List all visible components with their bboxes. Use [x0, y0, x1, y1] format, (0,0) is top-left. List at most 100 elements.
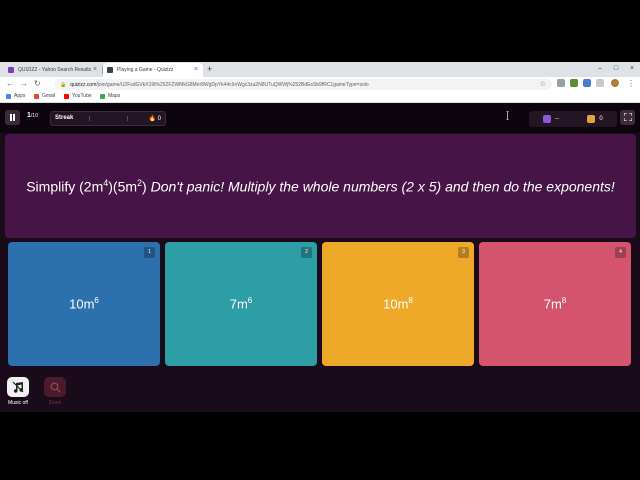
fullscreen-button[interactable] [620, 110, 635, 125]
minimize-icon[interactable]: – [592, 62, 608, 76]
pause-button[interactable] [5, 110, 20, 125]
streak-label: Streak [55, 115, 74, 121]
option-text: 7m8 [544, 296, 567, 311]
streak-tick [89, 116, 90, 121]
text-cursor-icon [506, 111, 509, 120]
option-base: 7m [229, 296, 248, 312]
option-base: 7m [543, 296, 562, 312]
bookmark-gmail[interactable]: Gmail [34, 93, 55, 99]
bookmark-youtube[interactable]: YouTube [64, 93, 92, 99]
option-exponent: 8 [408, 296, 413, 306]
answer-option-3[interactable]: 3 10m8 [322, 242, 474, 366]
apps-grid-icon [6, 93, 11, 99]
answer-option-2[interactable]: 2 7m6 [165, 242, 317, 366]
pause-icon [10, 114, 15, 121]
music-label: Music off [8, 400, 28, 406]
plus-icon[interactable]: + [207, 64, 212, 74]
option-exponent: 8 [561, 296, 567, 306]
browser-toolbar: ← → ↻ 🔒 quizizz.com /join/game/U2FsdGVkX… [0, 77, 640, 91]
option-text: 7m6 [230, 296, 253, 311]
bookmark-label: YouTube [72, 93, 92, 99]
tab-title: Playing a Game - Quizizz [117, 67, 174, 73]
close-icon[interactable]: × [194, 66, 198, 74]
streak-tick [127, 116, 128, 121]
question-text: Simplify (2m4)(5m2) Don't panic! Multipl… [26, 178, 615, 195]
q-part: )(5m [108, 178, 138, 195]
bookmark-maps[interactable]: Maps [100, 93, 120, 99]
tab-title: QUIZIZZ - Yahoo Search Results [18, 67, 92, 73]
quiz-game: 1/10 Streak 🔥 0 -- 0 Simplify (2m4)(5m2)… [0, 103, 640, 412]
zoom-button[interactable] [44, 377, 66, 397]
address-bar[interactable]: 🔒 quizizz.com /join/game/U2FsdGVkX19t%25… [55, 79, 552, 90]
browser-tabstrip: QUIZIZZ - Yahoo Search Results × Playing… [0, 62, 640, 77]
answer-option-1[interactable]: 1 10m6 [8, 242, 160, 366]
option-number: 2 [301, 247, 312, 258]
back-arrow-icon[interactable]: ← [6, 78, 14, 90]
streak-value: 🔥 0 [148, 116, 161, 122]
question-hint: Don't panic! Multiply the whole numbers … [150, 178, 615, 195]
close-window-icon[interactable]: × [624, 62, 640, 76]
lock-icon: 🔒 [60, 81, 67, 88]
address-host: quizizz.com [70, 81, 97, 88]
magnifier-icon [50, 382, 60, 392]
option-number: 3 [458, 247, 469, 258]
letterbox-bottom [0, 412, 640, 480]
bookmark-label: Gmail [42, 93, 56, 99]
option-exponent: 6 [247, 296, 253, 306]
quizizz-favicon-icon [107, 67, 113, 73]
q-part: Simplify (2m [26, 178, 104, 195]
letterbox-top [0, 0, 640, 62]
option-number: 1 [144, 247, 155, 258]
bookmark-label: Maps [108, 93, 121, 99]
powerup-value: -- [555, 116, 559, 122]
window-controls: – □ × [592, 62, 640, 76]
powerups-panel: -- 0 [529, 111, 617, 127]
fullscreen-icon [623, 112, 632, 122]
bookmark-label: Apps [14, 93, 26, 99]
option-text: 10m8 [383, 296, 413, 311]
bookmark-apps[interactable]: Apps [6, 93, 25, 99]
browser-tab-quizizz[interactable]: Playing a Game - Quizizz × [103, 63, 203, 77]
streak-bar: Streak 🔥 0 [50, 111, 166, 126]
reload-icon[interactable]: ↻ [34, 78, 41, 90]
powerup-slot[interactable]: -- [529, 111, 573, 127]
option-number: 4 [615, 247, 626, 258]
option-text: 10m6 [69, 296, 99, 311]
option-exponent: 6 [94, 296, 99, 306]
coin-icon [587, 115, 596, 123]
answer-option-4[interactable]: 4 7m8 [479, 242, 631, 366]
maps-icon [100, 93, 105, 99]
more-menu-icon[interactable]: ⋮ [627, 78, 635, 90]
total-questions: /10 [30, 113, 38, 119]
gmail-icon [34, 93, 39, 99]
zoom-label: Zoom [48, 400, 62, 406]
streak-count: 0 [157, 116, 161, 122]
game-topbar: 1/10 Streak 🔥 0 -- 0 [0, 103, 640, 133]
youtube-icon [64, 93, 69, 99]
close-icon[interactable]: × [93, 66, 97, 74]
game-bottom-bar: Music off Zoom [0, 373, 640, 412]
extension-icon[interactable] [570, 79, 578, 87]
q-part: ) [142, 178, 147, 195]
bookmarks-bar: Apps Gmail YouTube Maps [0, 91, 640, 103]
coins-slot: 0 [573, 111, 617, 127]
music-off-icon [12, 381, 24, 393]
answer-options: 1 10m6 2 7m6 3 10m8 4 7m8 [5, 238, 636, 372]
address-path: /join/game/U2FsdGVkX19t%252FZWMkG8Mnr8Wg… [96, 81, 369, 88]
option-base: 10m [383, 296, 409, 312]
question-counter: 1/10 [27, 112, 38, 119]
bookmark-star-icon[interactable]: ☆ [540, 80, 546, 88]
extension-icon[interactable] [557, 79, 565, 87]
option-base: 10m [69, 296, 95, 312]
extension-icon[interactable] [583, 79, 591, 87]
question-card: Simplify (2m4)(5m2) Don't panic! Multipl… [5, 134, 636, 238]
profile-avatar[interactable] [611, 79, 619, 87]
forward-arrow-icon[interactable]: → [20, 78, 28, 90]
powerup-icon [543, 115, 551, 123]
coin-value: 0 [599, 116, 603, 122]
maximize-icon[interactable]: □ [608, 62, 624, 76]
extension-icon[interactable] [596, 79, 604, 87]
yahoo-favicon-icon [8, 67, 14, 73]
browser-tab-yahoo[interactable]: QUIZIZZ - Yahoo Search Results × [4, 63, 102, 77]
music-toggle-button[interactable] [7, 377, 29, 397]
